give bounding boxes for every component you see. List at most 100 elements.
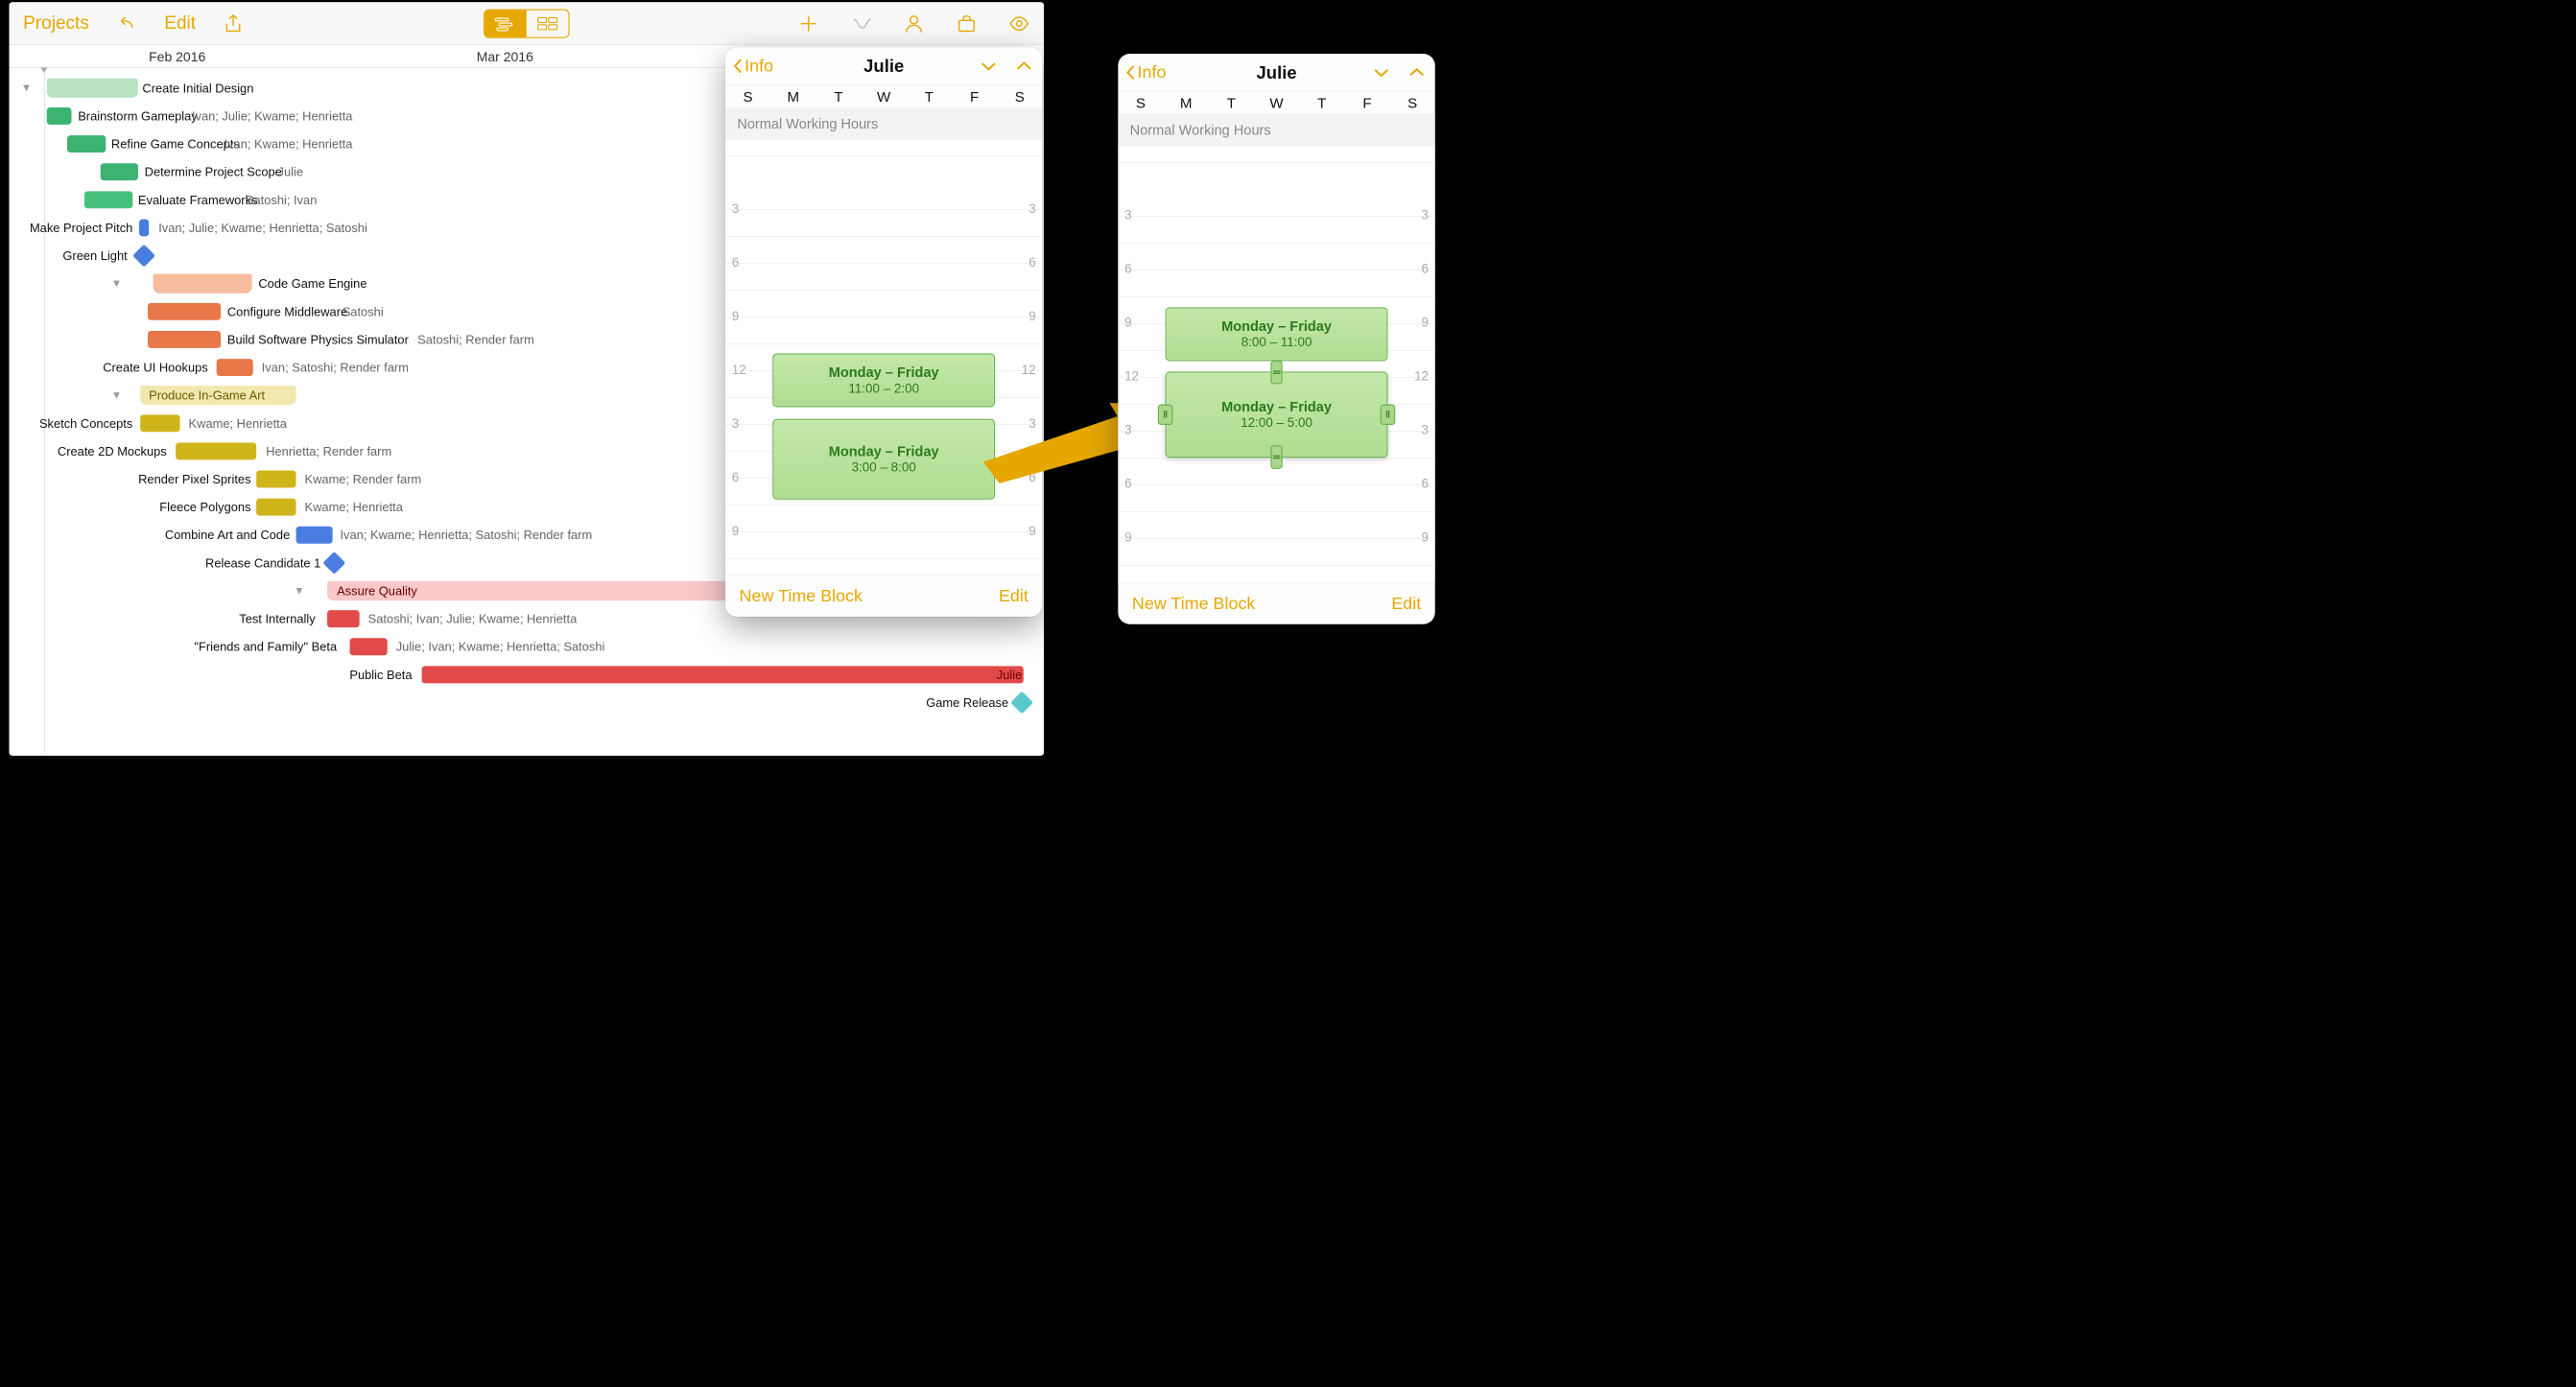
milestone[interactable] [322, 552, 345, 575]
day-header: S M T W T F S [725, 84, 1042, 108]
resource-popover-after: Info Julie S M T W T F S Normal Working … [1118, 54, 1434, 624]
chevron-up-icon[interactable] [1406, 61, 1428, 82]
new-time-block-button[interactable]: New Time Block [740, 586, 863, 606]
time-block-days: Monday – Friday [1221, 398, 1332, 415]
task-bar[interactable] [350, 638, 388, 655]
resize-handle-bottom[interactable]: ‖ [1270, 445, 1282, 469]
task-bar[interactable] [327, 610, 360, 627]
add-icon[interactable] [798, 12, 819, 34]
hour-line [725, 531, 1042, 532]
link-icon[interactable] [850, 12, 871, 34]
task-bar[interactable] [67, 135, 106, 153]
milestone[interactable] [1010, 692, 1033, 715]
task-bar[interactable] [84, 191, 132, 208]
task-bar[interactable] [148, 331, 221, 348]
task-assignees: Kwame; Henrietta [305, 500, 403, 514]
day-label: T [1209, 91, 1254, 114]
hour-line [725, 209, 1042, 210]
time-block-range: 11:00 – 2:00 [848, 381, 919, 397]
projects-button[interactable]: Projects [23, 12, 89, 34]
toolbar-left: Projects Edit [23, 12, 244, 34]
day-label: T [815, 84, 861, 107]
view-segment [484, 9, 570, 37]
task-assignees: Satoshi; Ivan; Julie; Kwame; Henrietta [368, 612, 578, 626]
resource-title: Julie [863, 56, 904, 76]
task-bar[interactable] [256, 471, 295, 488]
edit-button[interactable]: Edit [999, 586, 1028, 606]
task-label: Configure Middleware [227, 304, 347, 318]
task-label: Code Game Engine [258, 276, 366, 291]
task-assignees: Ivan; Satoshi; Render farm [262, 360, 409, 374]
task-label: Render Pixel Sprites [132, 472, 250, 486]
disclosure-icon[interactable]: ▼ [111, 389, 122, 402]
resize-handle-right[interactable]: ‖ [1381, 405, 1396, 425]
task-bar[interactable] [101, 163, 138, 180]
task-assignees: Ivan; Julie; Kwame; Henrietta; Satoshi [158, 221, 367, 235]
back-button[interactable]: Info [733, 56, 773, 76]
task-bar[interactable] [47, 107, 72, 125]
task-bar[interactable] [176, 442, 256, 459]
back-button[interactable]: Info [1125, 62, 1166, 82]
task-label: Evaluate Frameworks [138, 193, 258, 207]
task-assignees: Satoshi; Render farm [417, 332, 534, 346]
briefcase-icon[interactable] [956, 12, 977, 34]
task-label: Determine Project Scope [145, 165, 282, 179]
task-assignees: Julie [997, 668, 1022, 682]
popover-footer: New Time Block Edit [725, 575, 1042, 617]
day-label: W [1254, 91, 1299, 114]
undo-icon[interactable] [116, 12, 137, 34]
hour-line [725, 263, 1042, 264]
eye-icon[interactable] [1008, 12, 1029, 34]
time-block-days: Monday – Friday [1221, 317, 1332, 335]
task-bar[interactable] [139, 219, 149, 236]
day-label: T [1299, 91, 1344, 114]
task-label: Release Candidate 1 [198, 555, 321, 570]
task-bar[interactable] [154, 274, 252, 294]
task-bar[interactable] [47, 79, 138, 98]
task-label: Public Beta [343, 668, 413, 682]
resource-title: Julie [1256, 62, 1296, 82]
chevron-up-icon[interactable] [1013, 55, 1034, 76]
task-bar[interactable] [140, 414, 179, 432]
disclosure-icon[interactable]: ▼ [21, 82, 32, 94]
back-label: Info [744, 56, 773, 76]
section-label: Normal Working Hours [725, 108, 1042, 139]
edit-button[interactable]: Edit [1391, 594, 1421, 614]
task-bar[interactable] [296, 527, 333, 544]
time-block-range: 3:00 – 8:00 [852, 460, 916, 477]
milestone[interactable] [132, 245, 155, 268]
task-label: Brainstorm Gameplay [78, 108, 198, 123]
day-label: M [1164, 91, 1209, 114]
time-block-selected[interactable]: ‖ ‖ ‖ ‖ Monday – Friday 12:00 – 5:00 [1166, 372, 1388, 458]
chevron-down-icon[interactable] [1371, 61, 1392, 82]
time-grid[interactable]: Monday – Friday 11:00 – 2:00 Monday – Fr… [725, 140, 1042, 576]
person-icon[interactable] [903, 12, 924, 34]
resize-handle-left[interactable]: ‖ [1158, 405, 1173, 425]
task-assignees: Satoshi [343, 304, 384, 318]
disclosure-icon[interactable]: ▼ [294, 585, 304, 598]
task-label: Create UI Hookups [101, 360, 208, 374]
resize-handle-top[interactable]: ‖ [1270, 361, 1282, 385]
time-grid[interactable]: Monday – Friday 8:00 – 11:00 ‖ ‖ ‖ ‖ Mon… [1118, 146, 1434, 582]
time-block[interactable]: Monday – Friday 3:00 – 8:00 [772, 419, 995, 500]
new-time-block-button[interactable]: New Time Block [1132, 594, 1255, 614]
popover-header: Info Julie [725, 47, 1042, 84]
chevron-down-icon[interactable] [978, 55, 999, 76]
task-bar[interactable] [256, 499, 295, 516]
share-icon[interactable] [223, 12, 244, 34]
gantt-view-button[interactable] [484, 10, 527, 36]
task-bar[interactable] [217, 359, 253, 376]
resource-popover: Info Julie S M T W T F S Normal Working … [725, 47, 1042, 617]
time-block[interactable]: Monday – Friday 8:00 – 11:00 [1166, 307, 1388, 361]
day-label: S [1118, 91, 1163, 114]
time-block-range: 8:00 – 11:00 [1241, 335, 1312, 351]
edit-button[interactable]: Edit [164, 12, 196, 34]
day-label: W [862, 84, 907, 107]
outline-view-button[interactable] [527, 10, 569, 36]
task-bar[interactable] [148, 303, 221, 320]
task-label: Fleece Polygons [149, 500, 250, 514]
task-bar[interactable] [422, 666, 1024, 683]
task-assignees: Henrietta; Render farm [266, 444, 391, 458]
disclosure-icon[interactable]: ▼ [111, 277, 122, 290]
time-block[interactable]: Monday – Friday 11:00 – 2:00 [772, 353, 995, 407]
